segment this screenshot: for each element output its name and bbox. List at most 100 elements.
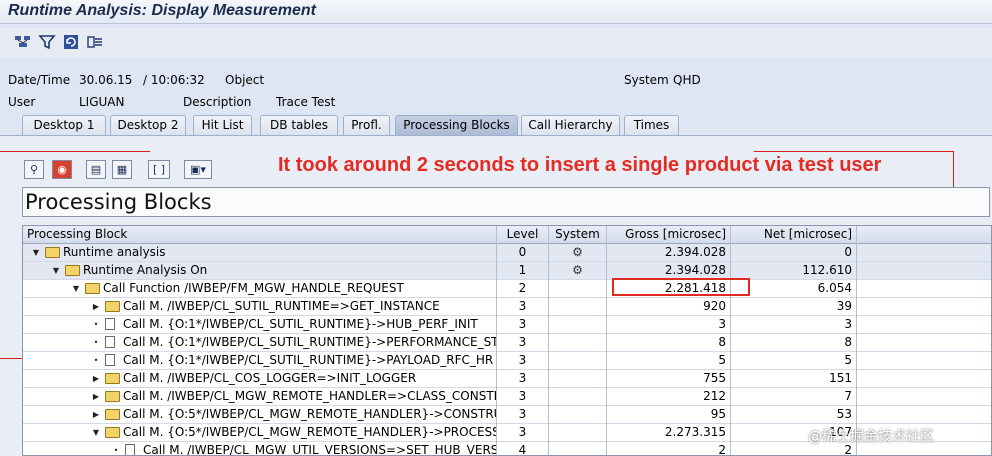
processing-block-cell: ▼ Runtime analysis (23, 244, 497, 262)
tab-profl[interactable]: Profl. (343, 115, 390, 135)
annotation-text: It took around 2 seconds to insert a sin… (278, 154, 882, 176)
collapsed-arrow-icon[interactable]: ▶ (91, 298, 101, 315)
processing-block-name: Runtime Analysis On (83, 263, 208, 277)
tab-times[interactable]: Times (624, 115, 679, 135)
collapsed-arrow-icon[interactable]: ▶ (91, 406, 101, 423)
collapsed-arrow-icon[interactable]: ▶ (91, 388, 101, 405)
column-header-gross[interactable]: Gross [microsec] (607, 226, 731, 244)
leaf-bullet-icon: • (113, 446, 119, 455)
gross-value: 2 (607, 442, 731, 455)
window-title: Runtime Analysis: Display Measurement (8, 2, 316, 19)
expanded-arrow-icon[interactable]: ▼ (71, 280, 81, 297)
expand-icon: [ ] (152, 163, 166, 176)
table-row[interactable]: ▶ Call M. /IWBEP/CL_SUTIL_RUNTIME=>GET_IN… (23, 298, 991, 316)
processing-block-cell: ▼ Call Function /IWBEP/FM_MGW_HANDLE_REQU… (23, 280, 497, 298)
tab-db-tables[interactable]: DB tables (260, 115, 338, 135)
column-header-net[interactable]: Net [microsec] (731, 226, 857, 244)
processing-block-name: Call Function /IWBEP/FM_MGW_HANDLE_REQUE… (103, 281, 404, 295)
table-icon: ▦ (116, 163, 128, 176)
system-label: System (624, 73, 669, 87)
gross-value: 2.394.028 (607, 244, 731, 262)
system-value (549, 280, 607, 298)
hierarchy-icon[interactable] (14, 34, 32, 50)
processing-block-name: Call M. {O:1*/IWBEP/CL_SUTIL_RUNTIME}->P… (123, 335, 497, 349)
tab-desktop-1[interactable]: Desktop 1 (22, 115, 106, 135)
leaf-bullet-icon: • (93, 356, 99, 365)
gross-value: 95 (607, 406, 731, 424)
gross-value: 2.273.315 (607, 424, 731, 442)
expanded-arrow-icon[interactable]: ▼ (51, 262, 61, 279)
level-value: 3 (497, 352, 549, 370)
expand-button[interactable]: [ ] (148, 160, 170, 179)
column-header-system[interactable]: System (549, 226, 607, 244)
document-icon (125, 444, 135, 455)
net-value: 0 (731, 244, 857, 262)
level-value: 3 (497, 370, 549, 388)
tab-strip: Desktop 1 Desktop 2 Hit List DB tables P… (22, 115, 722, 135)
system-value (549, 298, 607, 316)
folder-icon (105, 301, 120, 312)
processing-block-name: Call M. /IWBEP/CL_COS_LOGGER=>INIT_LOGGE… (123, 371, 417, 385)
net-value: 5 (731, 352, 857, 370)
gross-value: 920 (607, 298, 731, 316)
folder-icon (85, 283, 100, 294)
table-row[interactable]: ▼ Runtime analysis 0 ⚙ 2.394.028 0 (23, 244, 991, 262)
processing-block-cell: ▼ Call M. {O:5*/IWBEP/CL_MGW_REMOTE_HANDL… (23, 424, 497, 442)
table-view-button[interactable]: ▦ (112, 160, 132, 179)
level-value: 0 (497, 244, 549, 262)
highlight-box (612, 278, 750, 296)
gross-value: 5 (607, 352, 731, 370)
table-row[interactable]: ▶ Call M. /IWBEP/CL_MGW_REMOTE_HANDLER=>C… (23, 388, 991, 406)
table-row[interactable]: ▶ Call M. /IWBEP/CL_COS_LOGGER=>INIT_LOGG… (23, 370, 991, 388)
stop-icon: ◉ (57, 163, 67, 176)
level-value: 3 (497, 424, 549, 442)
system-value (549, 352, 607, 370)
folder-icon (105, 427, 120, 438)
processing-block-name: Call M. /IWBEP/CL_MGW_REMOTE_HANDLER=>CL… (123, 389, 496, 403)
tab-processing-blocks[interactable]: Processing Blocks (395, 115, 518, 135)
system-value: ⚙ (549, 244, 607, 262)
folder-icon (65, 265, 80, 276)
processing-block-cell: ▶ Call M. {O:5*/IWBEP/CL_MGW_REMOTE_HANDL… (23, 406, 497, 424)
processing-block-name: Call M. /IWBEP/CL_MGW_UTIL_VERSIONS=>SET… (143, 443, 497, 456)
table-row[interactable]: ▶ Call M. {O:5*/IWBEP/CL_MGW_REMOTE_HANDL… (23, 406, 991, 424)
expanded-arrow-icon[interactable]: ▼ (91, 424, 101, 441)
expanded-arrow-icon[interactable]: ▼ (31, 244, 41, 261)
settings-icon[interactable] (86, 34, 104, 50)
tab-desktop-2[interactable]: Desktop 2 (110, 115, 186, 135)
net-value: 7 (731, 388, 857, 406)
system-value (549, 424, 607, 442)
collapsed-arrow-icon[interactable]: ▶ (91, 370, 101, 387)
leaf-bullet-icon: • (93, 338, 99, 347)
net-value: 53 (731, 406, 857, 424)
processing-block-name: Runtime analysis (63, 245, 166, 259)
title-bar: Runtime Analysis: Display Measurement (0, 0, 992, 24)
processing-block-cell: • Call M. /IWBEP/CL_MGW_UTIL_VERSIONS=>SE… (23, 442, 497, 456)
processing-block-name: Call M. {O:5*/IWBEP/CL_MGW_REMOTE_HANDLE… (123, 407, 497, 421)
user-value: LIGUAN (79, 95, 125, 109)
refresh-icon[interactable] (62, 34, 80, 50)
column-header-processing-block[interactable]: Processing Block (23, 226, 497, 244)
annotation-line-top-right (754, 151, 954, 152)
level-value: 3 (497, 316, 549, 334)
export-button[interactable]: ▣▾ (184, 160, 212, 179)
processing-blocks-grid: Processing Block Level System Gross [mic… (22, 225, 992, 456)
filter-icon[interactable] (38, 34, 56, 50)
hierarchy-view-button[interactable]: ▤ (86, 160, 106, 179)
system-value: QHD (673, 73, 701, 87)
table-row[interactable]: • Call M. {O:1*/IWBEP/CL_SUTIL_RUNTIME}->… (23, 352, 991, 370)
table-row[interactable]: • Call M. {O:1*/IWBEP/CL_SUTIL_RUNTIME}->… (23, 316, 991, 334)
table-row[interactable]: • Call M. {O:1*/IWBEP/CL_SUTIL_RUNTIME}->… (23, 334, 991, 352)
system-value (549, 370, 607, 388)
tab-hit-list[interactable]: Hit List (193, 115, 252, 135)
level-value: 3 (497, 388, 549, 406)
table-row[interactable]: ▼ Call Function /IWBEP/FM_MGW_HANDLE_REQU… (23, 280, 991, 298)
table-row[interactable]: ▼ Runtime Analysis On 1 ⚙ 2.394.028 112.610 (23, 262, 991, 280)
find-button[interactable]: ⚲ (24, 160, 44, 179)
column-header-level[interactable]: Level (497, 226, 549, 244)
date-value: 30.06.15 (79, 73, 133, 87)
tab-call-hierarchy[interactable]: Call Hierarchy (521, 115, 620, 135)
net-value: 151 (731, 370, 857, 388)
stop-button[interactable]: ◉ (52, 160, 72, 179)
system-value (549, 388, 607, 406)
